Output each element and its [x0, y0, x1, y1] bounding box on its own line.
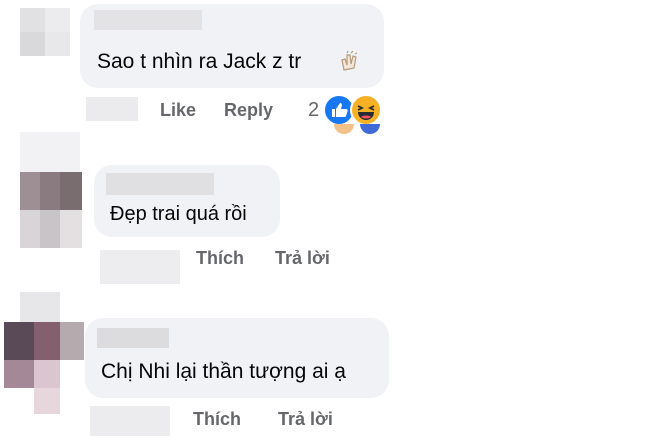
reaction-partial-icon [334, 124, 354, 134]
timestamp-redacted [86, 97, 138, 121]
timestamp-redacted [90, 406, 170, 436]
reply-button[interactable]: Reply [224, 100, 273, 121]
reaction-count[interactable]: 2 [308, 99, 319, 122]
reply-button[interactable]: Trả lời [278, 409, 333, 430]
like-button[interactable]: Like [160, 100, 196, 121]
avatar[interactable] [20, 8, 70, 56]
comment-bubble: Đẹp trai quá rồi [94, 165, 280, 237]
comment-text: Sao t nhìn ra Jack z tr [97, 50, 302, 73]
like-button[interactable]: Thích [193, 409, 241, 430]
comment-text: Đẹp trai quá rồi [110, 203, 247, 225]
timestamp-redacted [100, 250, 180, 284]
comment-bubble: Chị Nhi lại thần tượng ai ạ [85, 318, 389, 398]
left-edge-redacted [20, 132, 80, 172]
comment-text: Chị Nhi lại thần tượng ai ạ [101, 360, 346, 383]
commenter-name-redacted [106, 173, 214, 195]
commenter-name-redacted [94, 10, 202, 30]
reply-button[interactable]: Trả lời [275, 248, 330, 269]
clapping-hands-icon [338, 50, 362, 74]
left-edge-redacted [20, 292, 60, 326]
avatar[interactable] [4, 322, 84, 414]
avatar[interactable] [20, 172, 82, 248]
comment-bubble: Sao t nhìn ra Jack z tr [80, 4, 384, 88]
commenter-name-redacted [97, 328, 169, 348]
like-button[interactable]: Thích [196, 248, 244, 269]
reaction-partial-icon [360, 124, 380, 134]
haha-icon[interactable] [350, 94, 382, 126]
